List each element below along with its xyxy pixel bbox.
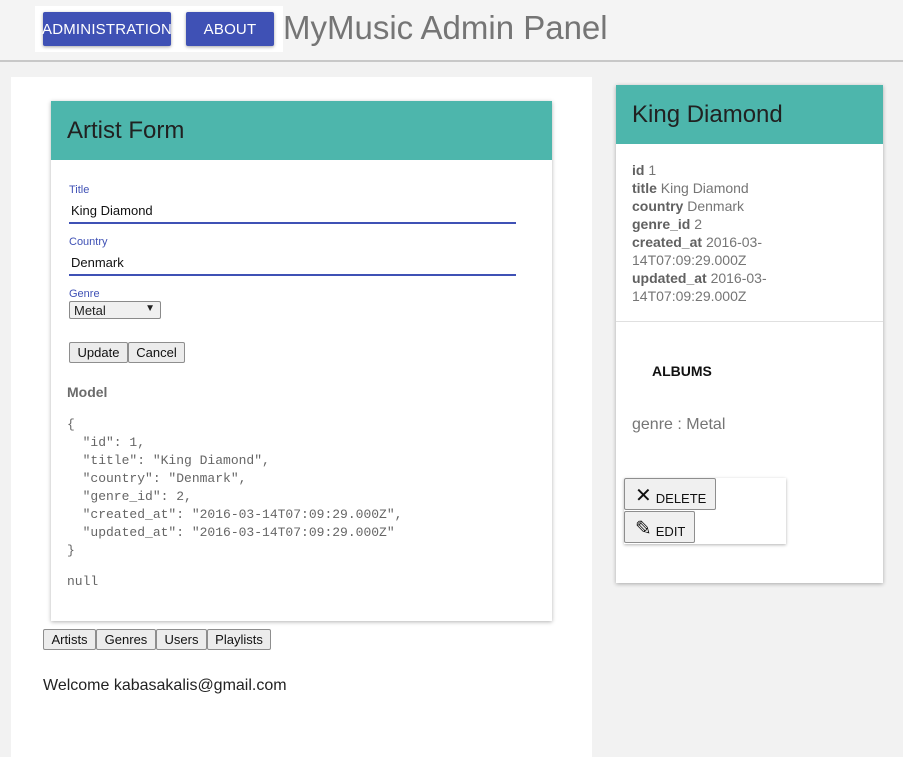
model-heading: Model [67,384,108,400]
genre-select[interactable]: Metal ▼ [69,301,161,319]
delete-label: DELETE [655,491,707,506]
divider [616,321,883,322]
main-panel: Artist Form Title Country Genre Metal ▼ … [11,77,592,757]
title-field-label: Title [69,184,90,196]
attribute-row: title King Diamond [632,180,749,196]
cancel-button[interactable]: Cancel [128,342,185,363]
administration-button[interactable]: Administration [42,12,172,46]
title-input[interactable] [69,198,516,224]
about-button[interactable]: About [186,12,274,46]
null-output: null [67,574,99,589]
genre-select-value: Metal [74,302,106,318]
genre-text: genre : Metal [632,416,726,433]
update-button[interactable]: Update [69,342,128,363]
artist-name-heading: King Diamond [616,85,883,144]
country-field-label: Country [69,236,108,248]
edit-label: EDIT [655,524,686,539]
edit-button[interactable]: ✎ EDIT [624,511,695,543]
attribute-row: id 1 [632,162,657,178]
close-icon: ✕ [635,485,652,507]
delete-button[interactable]: ✕ DELETE [624,478,716,510]
artist-attribute-list: id 1 title King Diamond country Denmark … [632,161,792,305]
attribute-row: genre_id 2 [632,216,703,232]
model-json: { "id": 1, "title": "King Diamond", "cou… [67,417,403,558]
app-title: MyMusic Admin Panel [283,9,608,46]
dropdown-arrow-icon: ▼ [145,303,155,314]
action-button-group: ✕ DELETE ✎ EDIT [624,478,786,544]
genre-field-label: Genre [69,288,100,300]
attribute-row: created_at 2016-03-14T07:09:29.000Z [632,234,762,268]
pencil-icon: ✎ [635,518,652,540]
tab-genres[interactable]: Genres [96,629,156,650]
attribute-row: updated_at 2016-03-14T07:09:29.000Z [632,270,767,304]
artist-detail-card: King Diamond id 1 title King Diamond cou… [616,85,883,583]
attribute-row: country Denmark [632,198,745,214]
welcome-message: Welcome kabasakalis@gmail.com [43,677,287,694]
artist-form-card: Artist Form Title Country Genre Metal ▼ … [51,101,552,621]
tab-playlists[interactable]: Playlists [207,629,271,650]
tab-users[interactable]: Users [156,629,207,650]
nav-button-group: Administration About [35,6,283,52]
albums-link[interactable]: ALBUMS [652,363,712,379]
top-app-bar: Administration About MyMusic Admin Panel [0,0,903,62]
country-input[interactable] [69,250,516,276]
tab-artists[interactable]: Artists [43,629,96,650]
artist-form-title: Artist Form [51,101,552,160]
